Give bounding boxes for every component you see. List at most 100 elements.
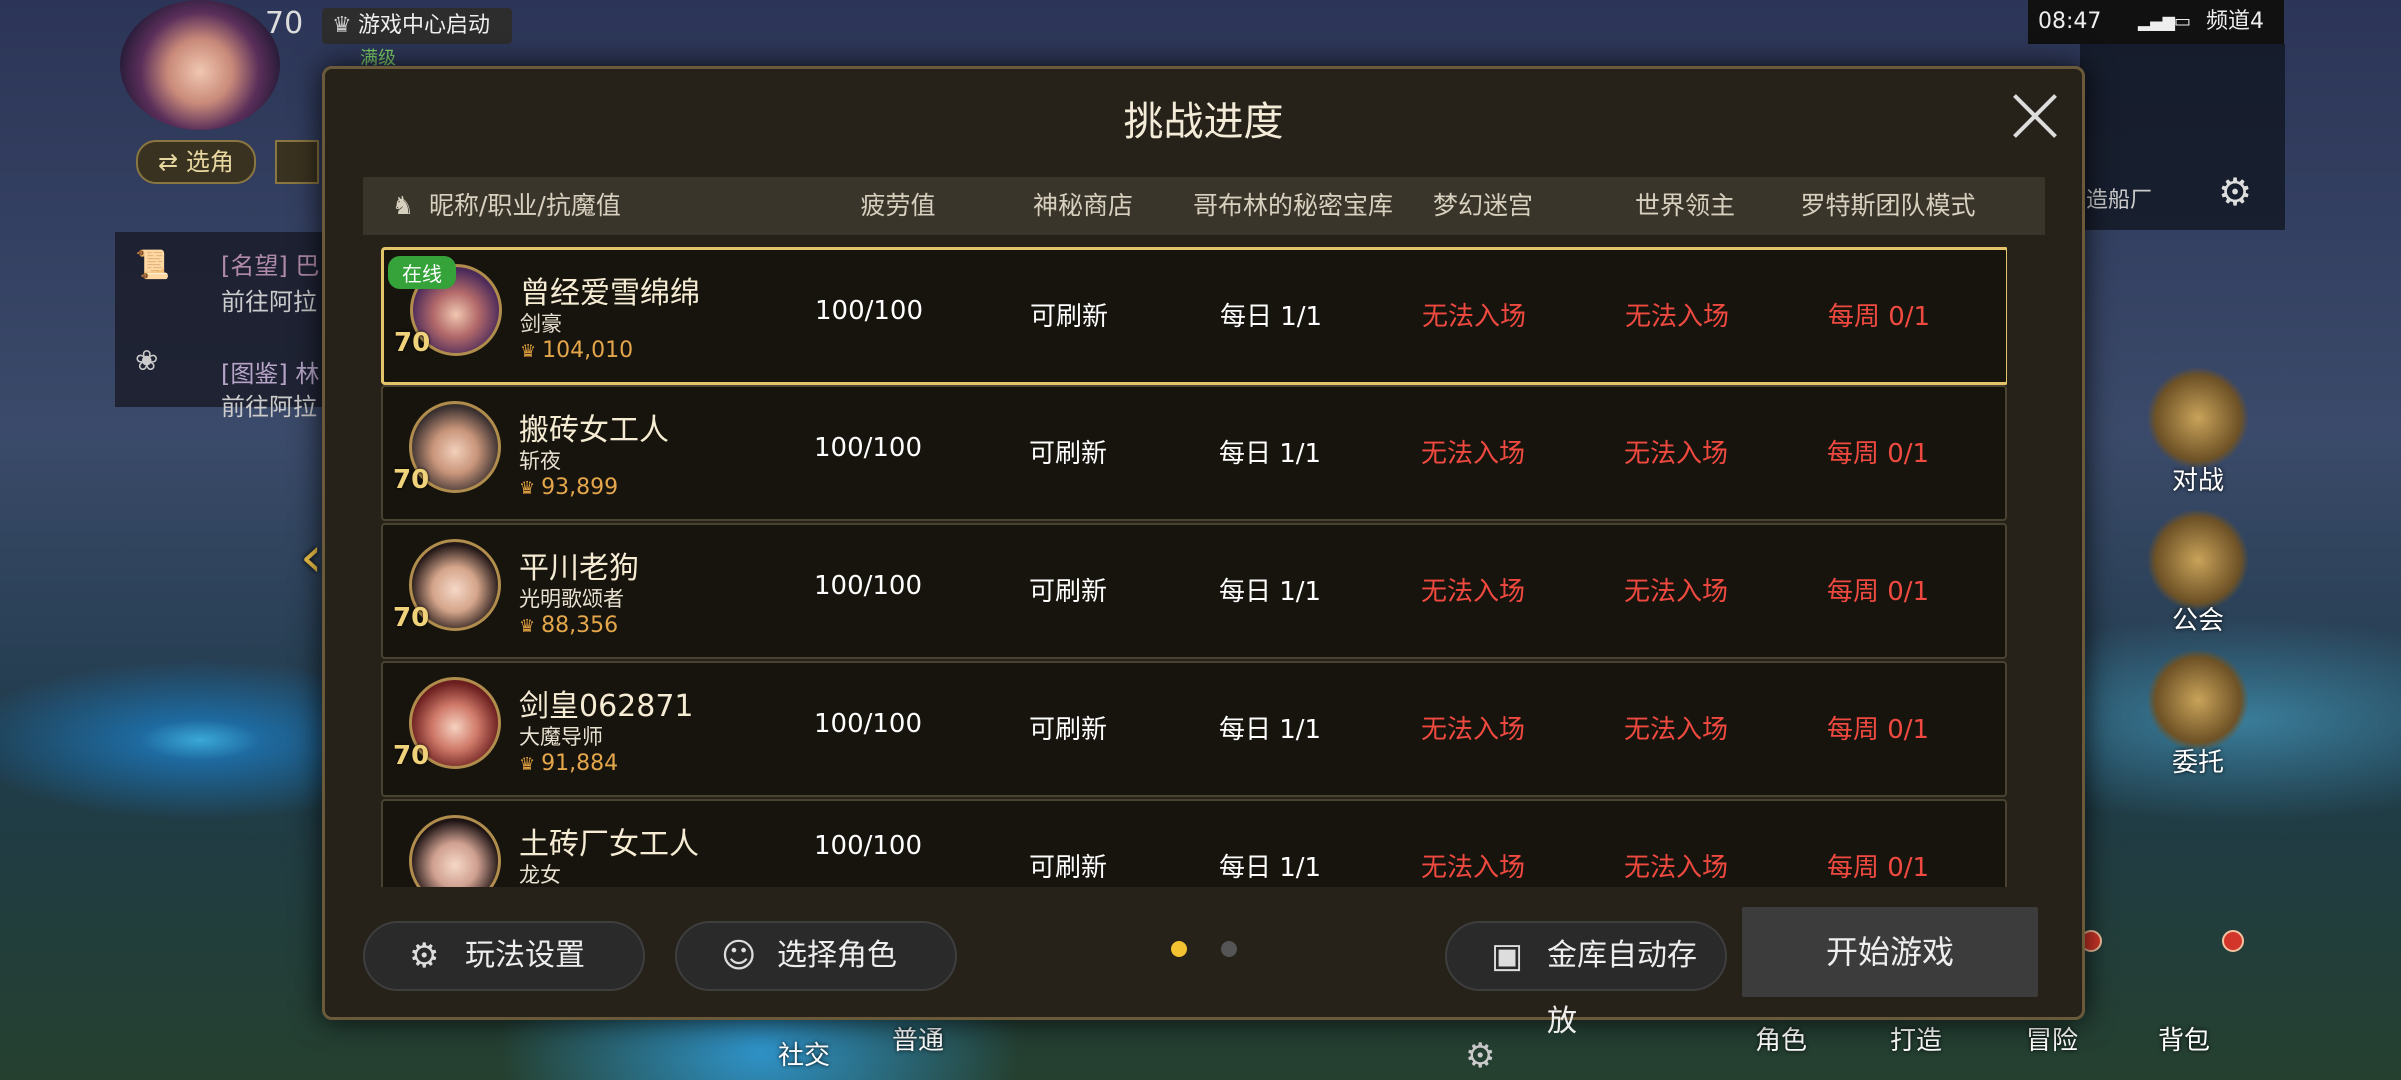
col-raid: 罗特斯团队模式: [1800, 191, 1976, 220]
chat-tag: [图鉴] 林: [221, 360, 320, 388]
col-name: 昵称/职业/抗魔值: [429, 191, 621, 220]
game-center-label: 游戏中心启动: [358, 13, 491, 38]
character-name: 平川老狗: [519, 551, 639, 586]
nav-character[interactable]: 角色: [1755, 1020, 1807, 1057]
raid-status: 每周 0/1: [1826, 853, 1930, 883]
nav-craft[interactable]: 打造: [1890, 1020, 1942, 1057]
signal-icon: ▂▄▆: [2138, 12, 2175, 31]
character-level: 70: [393, 741, 430, 771]
shop-status: 可刷新: [1028, 577, 1107, 607]
character-list[interactable]: 在线 70 曾经爱雪绵绵 剑豪 ♛ 104,010 100/100 可刷新 每日 …: [381, 247, 2007, 887]
raid-status: 每周 0/1: [1826, 715, 1930, 745]
battery-icon: ▭: [2174, 11, 2192, 32]
crown-icon: ♛: [520, 341, 537, 362]
nav-social[interactable]: 社交: [778, 1035, 830, 1072]
character-job: 大魔导师: [519, 725, 603, 749]
vault-icon: ▣: [1491, 936, 1524, 976]
lord-status: 无法入场: [1623, 715, 1728, 745]
chat-text: 前往阿拉: [221, 288, 317, 316]
chat-text: 前往阿拉: [221, 393, 317, 421]
goblin-status: 每日 1/1: [1218, 439, 1322, 469]
raid-status: 每周 0/1: [1827, 302, 1931, 332]
character-job: 光明歌颂者: [519, 587, 624, 611]
goblin-status: 每日 1/1: [1219, 302, 1323, 332]
anti-magic-score: ♛ 104,010: [520, 338, 634, 363]
game-center-tag[interactable]: ♛ 游戏中心启动: [322, 8, 512, 44]
challenge-progress-dialog: 挑战进度 ♞ 昵称/职业/抗魔值 疲劳值 神秘商店 哥布林的秘密宝库 梦幻迷宫 …: [322, 66, 2085, 1039]
guild-icon[interactable]: [2148, 510, 2248, 610]
character-level: 70: [393, 603, 430, 633]
lord-status: 无法入场: [1623, 439, 1728, 469]
page-dot-active[interactable]: [1171, 941, 1187, 957]
maze-status: 无法入场: [1420, 715, 1525, 745]
col-shop: 神秘商店: [1032, 191, 1133, 220]
start-game-button[interactable]: 开始游戏: [1742, 907, 2038, 997]
shop-status: 可刷新: [1028, 715, 1107, 745]
crown-icon: ♛: [519, 754, 536, 775]
fatigue-value: 100/100: [813, 831, 922, 861]
prev-arrow-icon[interactable]: ‹: [300, 525, 322, 590]
page-dot[interactable]: [1221, 941, 1237, 957]
clock: 08:47: [2038, 9, 2102, 34]
character-job: 斩夜: [519, 449, 561, 473]
col-lord: 世界领主: [1634, 191, 1735, 220]
dialog-title: 挑战进度: [1123, 99, 1284, 145]
online-badge: 在线: [388, 256, 456, 289]
battle-icon[interactable]: [2148, 368, 2248, 468]
anti-magic-score: ♛ 93,899: [519, 475, 619, 500]
shop-status: 可刷新: [1028, 853, 1107, 883]
fatigue-value: 100/100: [814, 296, 923, 326]
character-row[interactable]: 70 平川老狗 光明歌颂者 ♛ 88,356 100/100 可刷新 每日 1/1…: [381, 523, 2007, 659]
lord-status: 无法入场: [1623, 577, 1728, 607]
character-row[interactable]: 70 搬砖女工人 斩夜 ♛ 93,899 100/100 可刷新 每日 1/1 无…: [381, 385, 2007, 521]
select-role-button[interactable]: ⇄ 选角: [136, 140, 256, 184]
channel-label: 频道4: [2206, 9, 2264, 34]
character-name: 搬砖女工人: [519, 413, 669, 448]
crown-icon: ♛: [519, 616, 536, 637]
table-header: ♞ 昵称/职业/抗魔值 疲劳值 神秘商店 哥布林的秘密宝库 梦幻迷宫 世界领主 …: [363, 177, 2045, 235]
game-center-icon: ♛: [332, 13, 352, 38]
nav-normal[interactable]: 普通: [892, 1020, 944, 1057]
player-level: 70: [265, 6, 304, 41]
status-bar: 08:47 ▂▄▆ ▭ 频道4: [2028, 0, 2284, 44]
col-maze: 梦幻迷宫: [1432, 191, 1533, 220]
shop-status: 可刷新: [1029, 302, 1108, 332]
minimap-panel[interactable]: 造船厂 ⚙: [2080, 44, 2285, 230]
shield-icon: ♞: [391, 191, 415, 220]
character-row[interactable]: 在线 70 曾经爱雪绵绵 剑豪 ♛ 104,010 100/100 可刷新 每日 …: [381, 247, 2007, 385]
close-icon[interactable]: [2010, 91, 2060, 141]
player-avatar[interactable]: [120, 0, 280, 130]
nav-bag[interactable]: 背包: [2158, 1020, 2210, 1057]
commission-icon[interactable]: [2148, 650, 2248, 750]
character-level: 70: [393, 465, 430, 495]
character-level: 70: [394, 328, 431, 358]
lord-status: 无法入场: [1624, 302, 1729, 332]
character-avatar: [409, 815, 501, 887]
gameplay-settings-button[interactable]: ⚙ 玩法设置: [363, 921, 645, 991]
goblin-status: 每日 1/1: [1218, 715, 1322, 745]
maze-status: 无法入场: [1420, 439, 1525, 469]
side-label-commission: 委托: [2172, 748, 2225, 778]
select-character-button[interactable]: ☺ 选择角色: [675, 921, 957, 991]
scroll-icon: 📜: [135, 248, 170, 281]
maze-status: 无法入场: [1420, 577, 1525, 607]
gear-icon[interactable]: ⚙: [2218, 170, 2252, 214]
raid-status: 每周 0/1: [1826, 439, 1930, 469]
side-label-battle: 对战: [2172, 466, 2225, 496]
side-label-guild: 公会: [2172, 606, 2225, 636]
settings-gear-icon[interactable]: ⚙: [1465, 1036, 1495, 1076]
chat-panel[interactable]: 📜 [名望] 巴 前往阿拉 ❀ [图鉴] 林 前往阿拉: [115, 232, 335, 421]
goblin-status: 每日 1/1: [1218, 853, 1322, 883]
chat-tag: [名望] 巴: [221, 252, 320, 280]
shipyard-label: 造船厂: [2086, 188, 2153, 213]
nav-adventure[interactable]: 冒险: [2026, 1020, 2078, 1057]
fatigue-value: 100/100: [813, 709, 922, 739]
anti-magic-score: ♛ 88,356: [519, 613, 619, 638]
character-row[interactable]: 70 剑皇062871 大魔导师 ♛ 91,884 100/100 可刷新 每日 …: [381, 661, 2007, 797]
vault-auto-store-button[interactable]: ▣ 金库自动存放: [1445, 921, 1727, 1039]
maze-status: 无法入场: [1421, 302, 1526, 332]
mailbox-icon[interactable]: [275, 140, 319, 184]
paw-icon: ❀: [135, 344, 159, 377]
character-row[interactable]: 土砖厂女工人 龙女 100/100 可刷新 每日 1/1 无法入场 无法入场 每…: [381, 799, 2007, 887]
notification-dot: [2222, 930, 2244, 952]
